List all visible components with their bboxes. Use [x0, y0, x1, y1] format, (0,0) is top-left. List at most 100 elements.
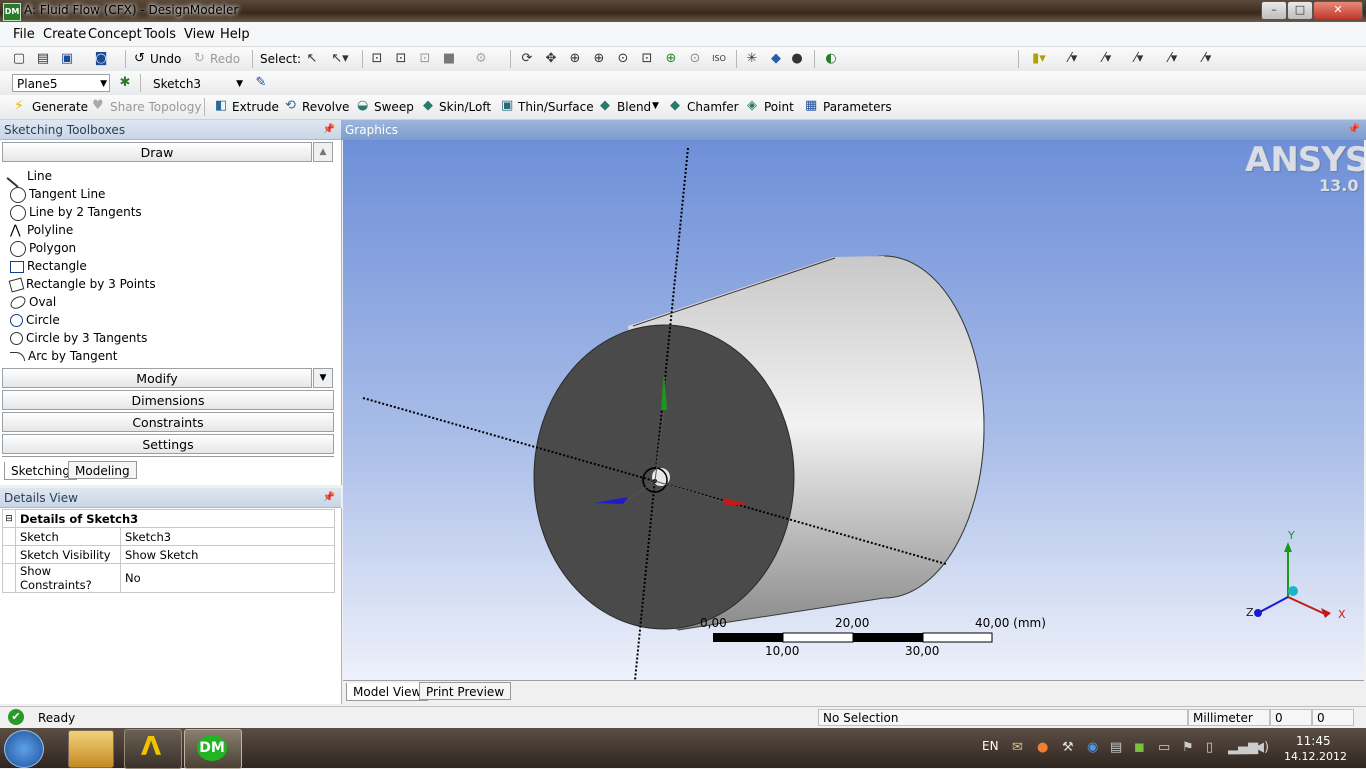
- draw-line[interactable]: Line: [6, 165, 52, 188]
- language-indicator[interactable]: EN: [982, 739, 999, 753]
- zoom-icon[interactable]: ⊕: [566, 50, 584, 68]
- workbench-taskbar-button[interactable]: Λ: [124, 729, 182, 769]
- chamfer-button[interactable]: Chamfer: [687, 100, 739, 114]
- tray-battery-icon[interactable]: ▯: [1206, 740, 1213, 755]
- display-point-icon[interactable]: ●: [788, 50, 806, 68]
- magnifier-icon[interactable]: ⊕: [662, 50, 680, 68]
- rotate-icon[interactable]: ⟳: [518, 50, 536, 68]
- pin-icon[interactable]: 📌: [323, 488, 335, 508]
- iso-view-icon[interactable]: ISO: [710, 50, 728, 68]
- save-icon[interactable]: ▣: [58, 50, 76, 68]
- tray-app-icon[interactable]: ●: [1037, 740, 1048, 755]
- undo-button[interactable]: Undo: [150, 52, 181, 66]
- share-topology-button[interactable]: Share Topology: [110, 100, 201, 114]
- thin-surface-button[interactable]: Thin/Surface: [518, 100, 594, 114]
- draw-circle-by-3-tangents[interactable]: Circle by 3 Tangents: [10, 329, 147, 347]
- point-button[interactable]: Point: [764, 100, 794, 114]
- draw-polyline[interactable]: ⋀ Polyline: [10, 221, 73, 239]
- skin-loft-button[interactable]: Skin/Loft: [439, 100, 491, 114]
- extend-selection-icon[interactable]: ⚙: [472, 50, 490, 68]
- start-button[interactable]: [4, 730, 44, 768]
- draw-line-by-2-tangents[interactable]: Line by 2 Tangents: [10, 203, 142, 221]
- tray-display-icon[interactable]: ▭: [1158, 740, 1170, 755]
- draw-oval[interactable]: Oval: [8, 293, 56, 312]
- detail-value[interactable]: Sketch3: [120, 527, 335, 546]
- menu-file[interactable]: File: [13, 27, 35, 42]
- new-icon[interactable]: ▢: [10, 50, 28, 68]
- taskbar-date[interactable]: 14.12.2012: [1284, 750, 1347, 763]
- revolve-button[interactable]: Revolve: [302, 100, 349, 114]
- tray-flag-icon[interactable]: ⚑: [1182, 740, 1194, 755]
- detail-value[interactable]: Show Sketch: [120, 545, 335, 564]
- minimize-button[interactable]: –: [1261, 1, 1287, 20]
- sketch-select[interactable]: Sketch3 ▼: [148, 74, 246, 92]
- extrude-button[interactable]: Extrude: [232, 100, 279, 114]
- chevron-down-icon[interactable]: ▼: [652, 101, 659, 111]
- generate-button[interactable]: Generate: [32, 100, 88, 114]
- constraints-section-button[interactable]: Constraints: [2, 412, 334, 432]
- undo-icon[interactable]: ↺: [134, 51, 145, 66]
- blend-button[interactable]: Blend: [617, 100, 651, 114]
- tab-model-view[interactable]: Model View: [346, 683, 429, 701]
- new-plane-icon[interactable]: ✱: [116, 74, 134, 92]
- new-sketch-icon[interactable]: ✎: [252, 74, 270, 92]
- draw-arc-by-tangent[interactable]: Arc by Tangent: [10, 347, 117, 365]
- parameters-button[interactable]: Parameters: [823, 100, 892, 114]
- tray-tool-icon[interactable]: ⚒: [1062, 740, 1074, 755]
- previous-view-icon[interactable]: ⊙: [686, 50, 704, 68]
- tray-volume-icon[interactable]: ◀): [1254, 740, 1269, 755]
- edge-type-1-icon[interactable]: ⁄▾: [1098, 50, 1116, 68]
- collapse-icon[interactable]: ⊟: [2, 509, 16, 528]
- detail-value[interactable]: No: [120, 563, 335, 593]
- zoom-to-fit-icon[interactable]: ⊡: [638, 50, 656, 68]
- edge-joint-icon[interactable]: ⁄▾: [1064, 50, 1082, 68]
- tab-print-preview[interactable]: Print Preview: [419, 682, 512, 700]
- zoom-box-icon[interactable]: ⊕: [590, 50, 608, 68]
- draw-section-button[interactable]: Draw: [2, 142, 312, 162]
- sweep-button[interactable]: Sweep: [374, 100, 414, 114]
- edge-type-2-icon[interactable]: ⁄▾: [1130, 50, 1148, 68]
- select-body-icon[interactable]: ■: [440, 50, 458, 68]
- model-canvas[interactable]: [343, 140, 1364, 680]
- edge-type-4-icon[interactable]: ⁄▾: [1198, 50, 1216, 68]
- draw-rectangle-by-3-points[interactable]: Rectangle by 3 Points: [8, 275, 156, 293]
- status-units[interactable]: Millimeter: [1188, 709, 1270, 726]
- cylinder-body[interactable]: [533, 255, 985, 631]
- tab-sketching[interactable]: Sketching: [4, 462, 77, 480]
- draw-polygon[interactable]: Polygon: [10, 239, 76, 257]
- edge-display-icon[interactable]: ▮▾: [1030, 50, 1048, 68]
- settings-section-button[interactable]: Settings: [2, 434, 334, 454]
- menu-tools[interactable]: Tools: [144, 27, 176, 42]
- dimensions-section-button[interactable]: Dimensions: [2, 390, 334, 410]
- tray-monitor-icon[interactable]: ▤: [1110, 740, 1122, 755]
- draw-tangent-line[interactable]: Tangent Line: [10, 185, 105, 203]
- draw-rectangle[interactable]: Rectangle: [10, 257, 87, 275]
- maximize-button[interactable]: □: [1287, 1, 1313, 20]
- explorer-taskbar-button[interactable]: [68, 730, 114, 768]
- screenshot-icon[interactable]: ◙: [92, 50, 110, 68]
- select-mode-icon[interactable]: ↖▾: [331, 50, 349, 68]
- close-button[interactable]: ✕: [1313, 1, 1363, 20]
- menu-view[interactable]: View: [184, 27, 215, 42]
- display-model-icon[interactable]: ◆: [767, 50, 785, 68]
- tab-modeling[interactable]: Modeling: [68, 461, 137, 479]
- menu-concept[interactable]: Concept: [88, 27, 142, 42]
- menu-create[interactable]: Create: [43, 27, 86, 42]
- scroll-up-button[interactable]: ▲: [313, 142, 333, 162]
- plane-select[interactable]: Plane5 ▼: [12, 74, 110, 92]
- redo-button[interactable]: Redo: [210, 52, 240, 66]
- draw-circle[interactable]: Circle: [10, 311, 60, 329]
- tray-mail-icon[interactable]: ✉: [1012, 740, 1023, 755]
- taskbar-clock[interactable]: 11:45: [1296, 734, 1331, 748]
- select-face-icon[interactable]: ⊡: [416, 50, 434, 68]
- select-point-icon[interactable]: ⊡: [368, 50, 386, 68]
- designmodeler-taskbar-button[interactable]: DM: [184, 729, 242, 769]
- zoom-fit-icon[interactable]: ⊙: [614, 50, 632, 68]
- open-icon[interactable]: ▤: [34, 50, 52, 68]
- pin-icon[interactable]: 📌: [1348, 120, 1360, 140]
- named-selection-icon[interactable]: ◐: [822, 50, 840, 68]
- triad-toggle-icon[interactable]: ✳: [743, 50, 761, 68]
- scroll-down-button[interactable]: ▼: [313, 368, 333, 388]
- pin-icon[interactable]: 📌: [323, 120, 335, 140]
- select-edge-icon[interactable]: ⊡: [392, 50, 410, 68]
